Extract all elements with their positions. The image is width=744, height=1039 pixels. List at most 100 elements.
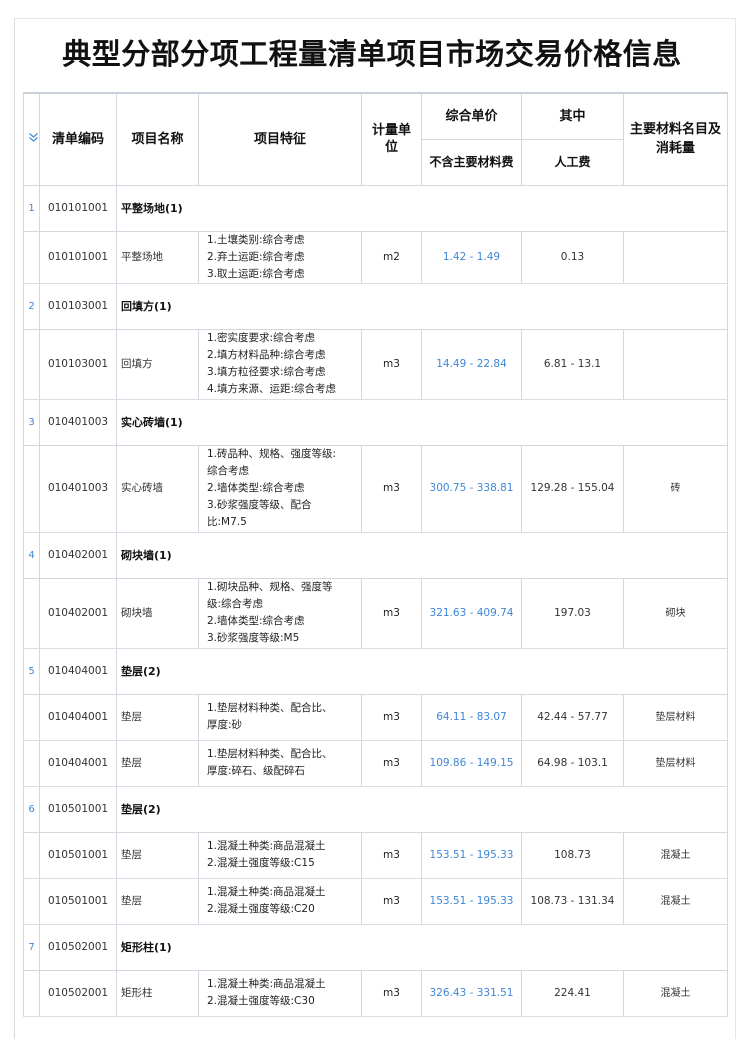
item-code: 010501001	[39, 831, 117, 879]
item-material: 垫层材料	[623, 693, 728, 741]
group-row[interactable]: 6 010501001 垫层(2)	[23, 785, 728, 833]
item-price-link[interactable]: 64.11 - 83.07	[421, 693, 522, 741]
chevron-double-down-icon[interactable]	[28, 132, 39, 147]
item-labor: 108.73 - 131.34	[521, 877, 624, 925]
group-title: 砌块墙(1)	[116, 531, 728, 579]
expand-all-toggle[interactable]	[23, 92, 40, 186]
item-price-link[interactable]: 109.86 - 149.15	[421, 739, 522, 787]
item-labor: 64.98 - 103.1	[521, 739, 624, 787]
item-price-link[interactable]: 153.51 - 195.33	[421, 877, 522, 925]
item-code: 010404001	[39, 693, 117, 741]
item-material: 砖	[623, 444, 728, 533]
table-row: 010101001 平整场地 1.土壤类别:综合考虑 2.弃土运距:综合考虑 3.取土运…	[23, 230, 728, 284]
feature-line: 1.砖品种、规格、强度等级:	[207, 448, 337, 460]
item-name: 回填方	[116, 328, 199, 400]
item-price-link[interactable]: 300.75 - 338.81	[421, 444, 522, 533]
feature-line: 2.混凝土强度等级:C15	[207, 857, 315, 869]
group-row[interactable]: 7 010502001 矩形柱(1)	[23, 923, 728, 971]
feature-line: 比:M7.5	[207, 516, 247, 528]
feature-line: 2.混凝土强度等级:C20	[207, 903, 315, 915]
item-code: 010401003	[39, 444, 117, 533]
group-index[interactable]: 2	[23, 282, 40, 330]
feature-line: 3.填方粒径要求:综合考虑	[207, 366, 326, 378]
group-row[interactable]: 1 010101001 平整场地(1)	[23, 184, 728, 232]
item-features: 1.垫层材料种类、配合比、 厚度:砂	[198, 693, 362, 741]
row-spacer	[23, 328, 40, 400]
item-unit: m3	[361, 739, 422, 787]
feature-line: 2.填方材料品种:综合考虑	[207, 349, 326, 361]
item-features: 1.混凝土种类:商品混凝土 2.混凝土强度等级:C15	[198, 831, 362, 879]
group-code: 010401003	[39, 398, 117, 446]
group-row[interactable]: 4 010402001 砌块墙(1)	[23, 531, 728, 579]
feature-line: 2.混凝土强度等级:C30	[207, 995, 315, 1007]
feature-line: 3.砂浆强度等级:M5	[207, 632, 300, 644]
item-labor: 0.13	[521, 230, 624, 284]
item-material: 砌块	[623, 577, 728, 649]
item-features: 1.混凝土种类:商品混凝土 2.混凝土强度等级:C30	[198, 969, 362, 1017]
feature-line: 1.垫层材料种类、配合比、	[207, 748, 333, 760]
row-spacer	[23, 739, 40, 787]
item-price-link[interactable]: 1.42 - 1.49	[421, 230, 522, 284]
item-features: 1.砌块品种、规格、强度等 级:综合考虑 2.墙体类型:综合考虑 3.砂浆强度等级:M…	[198, 577, 362, 649]
item-price-link[interactable]: 326.43 - 331.51	[421, 969, 522, 1017]
feature-line: 1.混凝土种类:商品混凝土	[207, 840, 326, 852]
header-among: 其中	[521, 92, 624, 140]
group-title: 矩形柱(1)	[116, 923, 728, 971]
row-spacer	[23, 693, 40, 741]
header-code: 清单编码	[39, 92, 117, 186]
group-index[interactable]: 1	[23, 184, 40, 232]
table-row: 010402001 砌块墙 1.砌块品种、规格、强度等 级:综合考虑 2.墙体类型:综合…	[23, 577, 728, 649]
group-index[interactable]: 5	[23, 647, 40, 695]
group-index[interactable]: 3	[23, 398, 40, 446]
feature-line: 1.垫层材料种类、配合比、	[207, 702, 333, 714]
item-material	[623, 230, 728, 284]
price-table-container: 清单编码 项目名称 项目特征 计量单位 综合单价 其中 主要材料名目及消耗量 不…	[23, 92, 728, 1017]
feature-line: 1.混凝土种类:商品混凝土	[207, 886, 326, 898]
group-row[interactable]: 3 010401003 实心砖墙(1)	[23, 398, 728, 446]
item-code: 010402001	[39, 577, 117, 649]
item-material: 混凝土	[623, 877, 728, 925]
item-price-link[interactable]: 14.49 - 22.84	[421, 328, 522, 400]
group-row[interactable]: 2 010103001 回填方(1)	[23, 282, 728, 330]
feature-line: 1.土壤类别:综合考虑	[207, 233, 305, 246]
item-price-link[interactable]: 321.63 - 409.74	[421, 577, 522, 649]
group-code: 010402001	[39, 531, 117, 579]
group-code: 010502001	[39, 923, 117, 971]
item-material	[623, 328, 728, 400]
item-price-link[interactable]: 153.51 - 195.33	[421, 831, 522, 879]
item-material: 垫层材料	[623, 739, 728, 787]
item-features: 1.混凝土种类:商品混凝土 2.混凝土强度等级:C20	[198, 877, 362, 925]
table-row: 010404001 垫层 1.垫层材料种类、配合比、 厚度:碎石、级配碎石 m3 109.…	[23, 739, 728, 787]
table-body: 1 010101001 平整场地(1) 010101001 平整场地 1.土壤类别:综合考…	[23, 184, 728, 1017]
price-table: 清单编码 项目名称 项目特征 计量单位 综合单价 其中 主要材料名目及消耗量 不…	[23, 92, 728, 1017]
group-code: 010501001	[39, 785, 117, 833]
feature-line: 3.取土运距:综合考虑	[207, 267, 305, 280]
group-title: 垫层(2)	[116, 647, 728, 695]
table-header: 清单编码 项目名称 项目特征 计量单位 综合单价 其中 主要材料名目及消耗量 不…	[23, 92, 728, 186]
feature-line: 综合考虑	[207, 465, 249, 477]
group-code: 010101001	[39, 184, 117, 232]
header-composite-sub: 不含主要材料费	[421, 138, 522, 186]
item-name: 垫层	[116, 693, 199, 741]
item-features: 1.垫层材料种类、配合比、 厚度:碎石、级配碎石	[198, 739, 362, 787]
item-labor: 129.28 - 155.04	[521, 444, 624, 533]
group-code: 010103001	[39, 282, 117, 330]
item-unit: m3	[361, 577, 422, 649]
group-index[interactable]: 4	[23, 531, 40, 579]
table-row: 010502001 矩形柱 1.混凝土种类:商品混凝土 2.混凝土强度等级:C30 m3…	[23, 969, 728, 1017]
item-unit: m3	[361, 831, 422, 879]
group-row[interactable]: 5 010404001 垫层(2)	[23, 647, 728, 695]
group-title: 平整场地(1)	[116, 184, 728, 232]
row-spacer	[23, 577, 40, 649]
group-title: 垫层(2)	[116, 785, 728, 833]
item-features: 1.砖品种、规格、强度等级: 综合考虑 2.墙体类型:综合考虑 3.砂浆强度等级、配合…	[198, 444, 362, 533]
item-unit: m3	[361, 328, 422, 400]
group-index[interactable]: 7	[23, 923, 40, 971]
feature-line: 2.弃土运距:综合考虑	[207, 250, 305, 263]
table-row: 010501001 垫层 1.混凝土种类:商品混凝土 2.混凝土强度等级:C15 m3 1…	[23, 831, 728, 879]
feature-line: 1.砌块品种、规格、强度等	[207, 581, 333, 593]
item-labor: 224.41	[521, 969, 624, 1017]
group-index[interactable]: 6	[23, 785, 40, 833]
item-code: 010103001	[39, 328, 117, 400]
item-code: 010404001	[39, 739, 117, 787]
